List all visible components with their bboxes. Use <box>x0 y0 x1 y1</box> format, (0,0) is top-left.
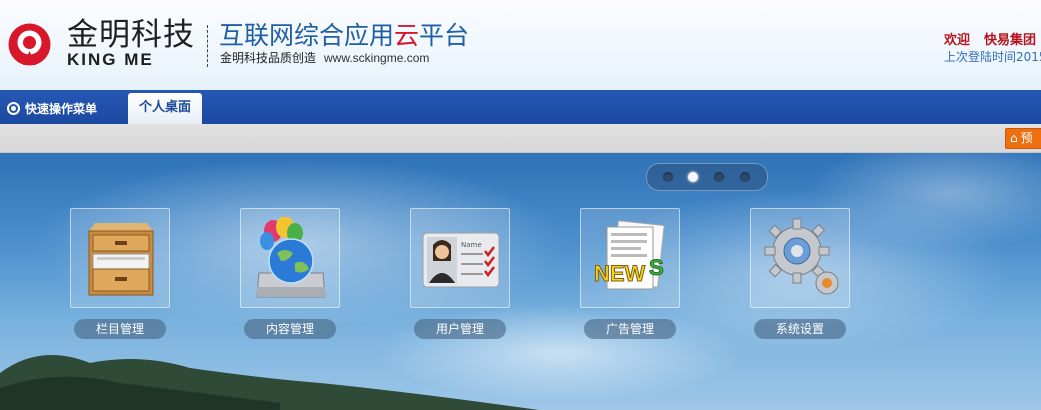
kingme-logo-icon <box>8 23 51 66</box>
logo-english-text: KING ME <box>67 50 154 69</box>
app-icon-frame[interactable]: Name <box>410 208 510 308</box>
slider-dot-3[interactable] <box>714 172 724 182</box>
app-icon-frame[interactable] <box>240 208 340 308</box>
mountain-decoration <box>0 355 539 410</box>
logo-chinese-text: 金明科技 <box>67 17 195 53</box>
main-nav-bar: 快速操作菜单 个人桌面 <box>0 90 1041 124</box>
slogan: 金明科技品质创造 www.sckingme.com <box>220 52 429 64</box>
toolbar-strip: ⌂ 预 <box>0 124 1041 153</box>
app-label[interactable]: 系统设置 <box>754 319 846 339</box>
slider-dot-1[interactable] <box>663 172 673 182</box>
user-card-icon: Name <box>422 232 500 288</box>
preview-button[interactable]: ⌂ 预 <box>1005 128 1041 149</box>
quick-menu-button[interactable]: 快速操作菜单 <box>7 100 97 117</box>
app-label[interactable]: 内容管理 <box>244 319 336 339</box>
slider-dot-4[interactable] <box>740 172 750 182</box>
welcome-line: 欢迎 快易集团 <box>944 29 1036 48</box>
globe-drive-icon <box>256 217 326 298</box>
title-highlight: 云 <box>394 21 420 50</box>
svg-text:NEW: NEW <box>594 261 646 286</box>
svg-text:S: S <box>649 255 664 280</box>
header: 金明科技 KING ME 互联网综合应用云平台 金明科技品质创造 www.scki… <box>0 0 1041 90</box>
app-label[interactable]: 栏目管理 <box>74 319 166 339</box>
app-label[interactable]: 广告管理 <box>584 319 676 339</box>
gear-icon <box>764 218 839 295</box>
website-url: www.sckingme.com <box>324 51 430 65</box>
title-part1: 互联网综合应用 <box>219 21 395 50</box>
title-part2: 平台 <box>419 21 470 50</box>
cabinet-icon <box>88 223 154 296</box>
platform-title: 互联网综合应用云平台 <box>219 23 469 48</box>
radio-icon <box>7 102 20 115</box>
slider-dot-2[interactable] <box>688 172 698 182</box>
app-icon-frame[interactable] <box>750 208 850 308</box>
desktop-area: 栏目管理 内容管理 Name 用户管理 NEW S 广告管理 系统设置 <box>0 153 1041 410</box>
app-icon-frame[interactable]: NEW S <box>580 208 680 308</box>
org-name: 快易集团 <box>984 33 1037 48</box>
svg-text:Name: Name <box>461 241 482 249</box>
banner-slider-dots <box>646 163 768 191</box>
news-icon: NEW S <box>594 220 665 290</box>
header-divider <box>207 25 208 67</box>
preview-label: 预 <box>1020 131 1033 145</box>
welcome-text: 欢迎 <box>944 33 971 48</box>
last-login-time: 上次登陆时间2015 <box>944 50 1041 64</box>
quick-menu-label: 快速操作菜单 <box>25 102 98 116</box>
tab-personal-desktop[interactable]: 个人桌面 <box>128 93 202 124</box>
app-icon-frame[interactable] <box>70 208 170 308</box>
slogan-text: 金明科技品质创造 <box>220 51 317 65</box>
home-icon: ⌂ <box>1010 131 1018 145</box>
app-label[interactable]: 用户管理 <box>414 319 506 339</box>
